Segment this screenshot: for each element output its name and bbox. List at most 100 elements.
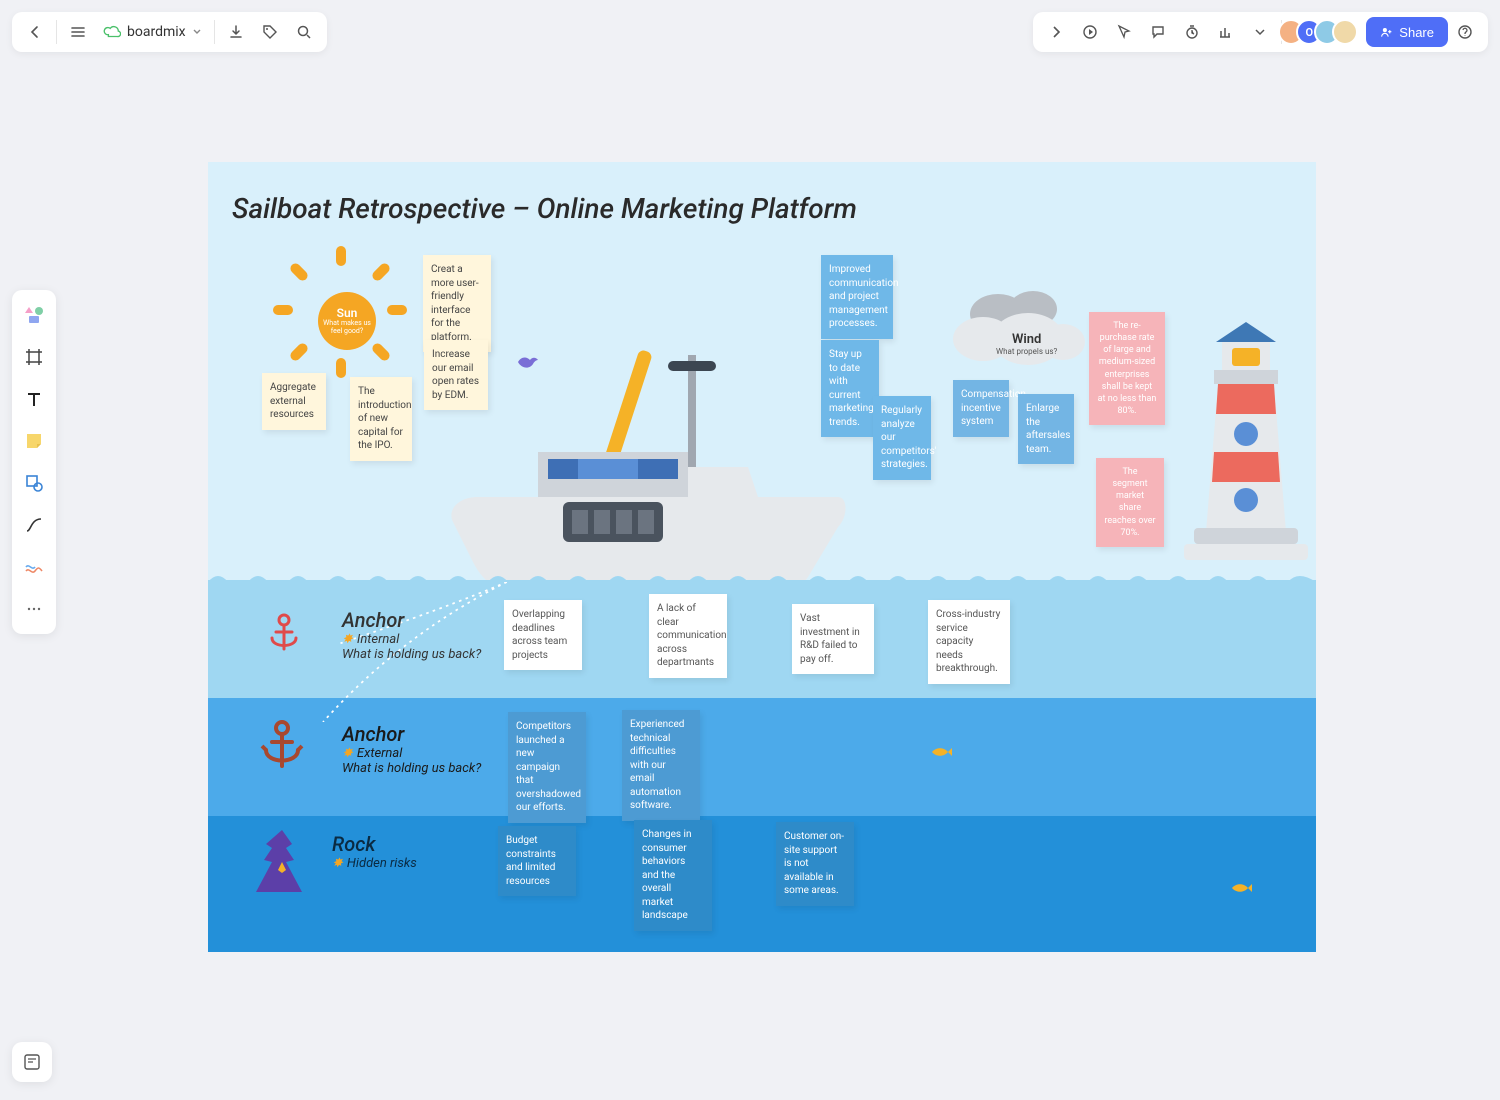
tag-icon	[262, 24, 278, 40]
ship-graphic[interactable]	[448, 347, 868, 587]
text-tool[interactable]	[17, 382, 51, 416]
shapes-icon	[23, 304, 45, 326]
hamburger-icon	[70, 24, 86, 40]
rock-icon	[250, 828, 314, 900]
sticky-note[interactable]: Vast investment in R&D failed to pay off…	[792, 604, 874, 674]
sun-title: Sun	[337, 306, 358, 320]
top-toolbar-left: boardmix	[12, 12, 327, 52]
sticky-note[interactable]: Aggregate external resources	[262, 373, 326, 430]
sticky-note[interactable]: Stay up to date with current marketing t…	[821, 340, 879, 437]
cloud-logo-icon	[103, 23, 121, 41]
chart-icon	[1218, 24, 1234, 40]
ship-icon	[448, 347, 868, 587]
lighthouse-graphic[interactable]	[1156, 322, 1316, 582]
timer-button[interactable]	[1175, 15, 1209, 49]
dots-icon	[25, 600, 43, 618]
frame-tool[interactable]	[17, 340, 51, 374]
chevron-down-icon	[192, 27, 202, 37]
shape-tool[interactable]	[17, 466, 51, 500]
pen-tool[interactable]	[17, 550, 51, 584]
sticky-note[interactable]: Improved communication and project manag…	[821, 255, 893, 339]
comment-button[interactable]	[1141, 15, 1175, 49]
brand-name: boardmix	[127, 24, 186, 40]
top-toolbar: boardmix	[12, 12, 1488, 52]
cloud-icon	[948, 284, 1098, 374]
wind-label: Wind What propels us?	[996, 332, 1057, 356]
sticky-note[interactable]: Budget constraints and limited resources	[498, 826, 576, 896]
section-title: Anchor	[342, 722, 481, 746]
sticky-note[interactable]: Creat a more user-friendly interface for…	[423, 255, 491, 352]
wind-cloud[interactable]: Wind What propels us?	[948, 284, 1098, 374]
sticky-note[interactable]: Compensation incentive system	[953, 380, 1009, 437]
sun-graphic[interactable]: Sun What makes us feel good?	[268, 242, 408, 382]
section-rock: Rock ✸Hidden risks	[332, 832, 417, 871]
sticky-note-icon	[24, 431, 44, 451]
expand-button[interactable]	[1039, 15, 1073, 49]
sun-core: Sun What makes us feel good?	[318, 292, 376, 350]
collaborator-avatars[interactable]: O	[1286, 19, 1358, 45]
sticky-note[interactable]: Overlapping deadlines across team projec…	[504, 600, 582, 670]
sticky-tool[interactable]	[17, 424, 51, 458]
back-button[interactable]	[18, 15, 52, 49]
section-title: Anchor	[342, 608, 481, 632]
wind-title: Wind	[996, 332, 1057, 347]
sticky-note[interactable]: Customer on-site support is not availabl…	[776, 822, 854, 906]
chevron-down-icon	[1254, 26, 1266, 38]
sticky-note[interactable]: The segment market share reaches over 70…	[1096, 458, 1164, 547]
anchor-icon	[254, 718, 310, 774]
chevron-left-icon	[27, 24, 43, 40]
section-title: Rock	[332, 832, 417, 856]
user-plus-icon	[1380, 26, 1393, 39]
sticky-note[interactable]: The introduction of new capital for the …	[350, 377, 412, 461]
sticky-note[interactable]: Increase our email open rates by EDM.	[424, 340, 488, 410]
section-question: What is holding us back?	[342, 761, 481, 776]
brand-dropdown[interactable]: boardmix	[95, 23, 210, 41]
separator	[56, 20, 57, 44]
square-circle-icon	[24, 473, 44, 493]
play-button[interactable]	[1073, 15, 1107, 49]
cursor-icon	[1116, 24, 1132, 40]
frame-icon	[24, 347, 44, 367]
top-toolbar-right: O Share	[1033, 12, 1488, 52]
sticky-note[interactable]: Changes in consumer behaviors and the ov…	[634, 820, 712, 931]
board-title: Sailboat Retrospective – Online Marketin…	[232, 192, 857, 225]
avatar[interactable]	[1332, 19, 1358, 45]
share-label: Share	[1399, 25, 1434, 40]
search-icon	[296, 24, 312, 40]
section-tag: External	[357, 746, 402, 761]
left-toolbar	[12, 290, 56, 634]
lighthouse-icon	[1156, 322, 1316, 582]
sticky-note[interactable]: Experienced technical difficulties with …	[622, 710, 700, 821]
sticky-note[interactable]: Cross-industry service capacity needs br…	[928, 600, 1010, 684]
menu-button[interactable]	[61, 15, 95, 49]
sticky-note[interactable]: The re-purchase rate of large and medium…	[1089, 312, 1165, 425]
help-button[interactable]	[1448, 15, 1482, 49]
chevron-right-icon	[1048, 24, 1064, 40]
connector-tool[interactable]	[17, 508, 51, 542]
more-button[interactable]	[1243, 15, 1277, 49]
layers-icon	[22, 1052, 42, 1072]
section-question: What is holding us back?	[342, 647, 481, 662]
canvas-board[interactable]: Sailboat Retrospective – Online Marketin…	[208, 162, 1316, 952]
minimap-button[interactable]	[12, 1042, 52, 1082]
curve-icon	[24, 515, 44, 535]
more-tools[interactable]	[17, 592, 51, 626]
download-icon	[228, 24, 244, 40]
wind-subtitle: What propels us?	[996, 347, 1057, 356]
shapes-tool[interactable]	[17, 298, 51, 332]
tag-button[interactable]	[253, 15, 287, 49]
timer-icon	[1184, 24, 1200, 40]
sticky-note[interactable]: A lack of clear communication across dep…	[649, 594, 727, 678]
sun-subtitle: What makes us feel good?	[318, 320, 376, 335]
download-button[interactable]	[219, 15, 253, 49]
cursor-button[interactable]	[1107, 15, 1141, 49]
search-button[interactable]	[287, 15, 321, 49]
star-icon: ✸	[342, 746, 353, 761]
chart-button[interactable]	[1209, 15, 1243, 49]
section-anchor-external: Anchor ✸ External What is holding us back…	[342, 722, 481, 776]
sticky-note[interactable]: Competitors launched a new campaign that…	[508, 712, 586, 823]
sticky-note[interactable]: Regularly analyze our competitors' strat…	[873, 396, 931, 480]
sticky-note[interactable]: Enlarge the aftersales team.	[1018, 394, 1074, 464]
share-button[interactable]: Share	[1366, 17, 1448, 47]
star-icon: ✸	[332, 856, 343, 871]
